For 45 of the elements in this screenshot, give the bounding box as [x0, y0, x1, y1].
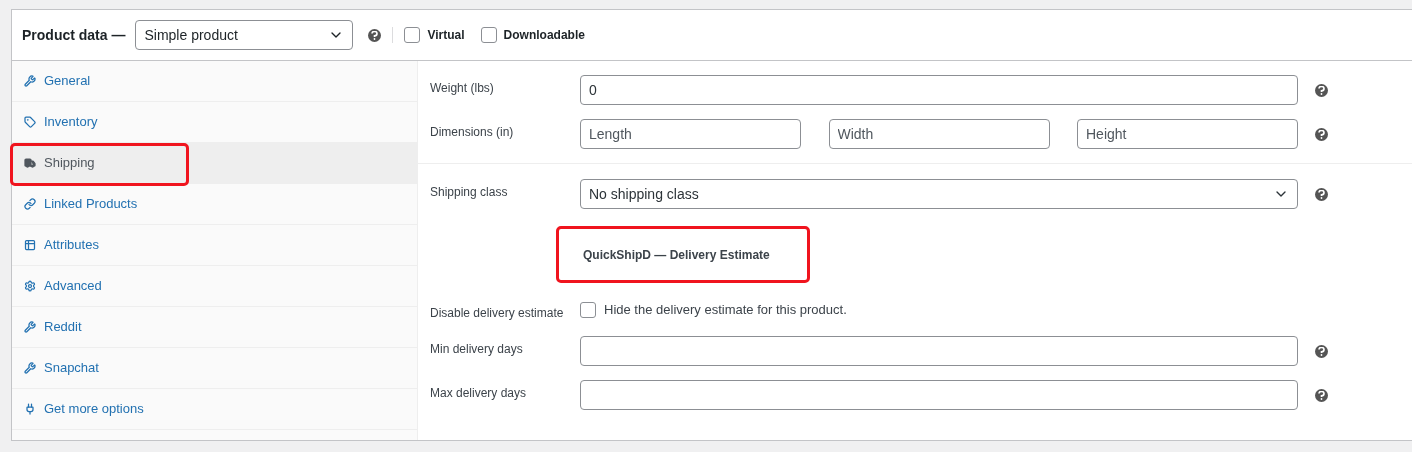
sidebar-tab[interactable]: Get more options — [12, 389, 417, 430]
sidebar-tab[interactable]: Shipping — [12, 143, 417, 184]
help-icon — [1315, 127, 1328, 141]
section-heading: QuickShipD — Delivery Estimate — [583, 246, 770, 264]
help-icon — [1315, 187, 1328, 201]
help-icon — [1315, 83, 1328, 97]
sidebar-tab[interactable]: Snapchat — [12, 348, 417, 389]
truck-icon — [24, 157, 36, 169]
dimension-field[interactable]: Height — [1077, 119, 1298, 149]
weight-field[interactable]: 0 — [580, 75, 1298, 105]
wrench-icon — [24, 321, 36, 333]
tag-icon — [24, 116, 36, 128]
sidebar-tab[interactable]: Attributes — [12, 225, 417, 266]
sidebar-tab[interactable]: Linked Products — [12, 184, 417, 225]
checkbox[interactable] — [404, 27, 421, 43]
sidebar-tab[interactable]: Reddit — [12, 307, 417, 348]
checkbox[interactable] — [580, 301, 596, 318]
field-label: Dimensions (in) — [430, 124, 515, 141]
panel-title: Product data — — [22, 25, 126, 45]
option-label: Virtual — [427, 27, 465, 44]
product-type-select[interactable]: Simple product — [135, 20, 354, 50]
field-label: Max delivery days — [430, 385, 528, 402]
help-icon — [1315, 344, 1328, 358]
checkbox-description: Hide the delivery estimate for this product. — [604, 301, 847, 319]
field-label: Min delivery days — [430, 341, 524, 358]
option-label: Downloadable — [503, 27, 585, 44]
wrench-icon — [24, 75, 36, 87]
help-icon — [1315, 388, 1328, 402]
checkbox[interactable] — [480, 27, 497, 43]
plug-icon — [24, 403, 36, 415]
help-icon — [368, 28, 382, 42]
field-label: Disable delivery estimate — [430, 305, 565, 322]
dimension-field[interactable]: Width — [828, 119, 1050, 149]
gear-icon — [24, 280, 36, 292]
wrench-icon — [24, 362, 36, 374]
field-label: Weight (lbs) — [430, 80, 495, 97]
days-field[interactable] — [580, 336, 1298, 366]
link-icon — [24, 198, 36, 210]
days-field[interactable] — [580, 380, 1298, 410]
field-label: Shipping class — [430, 184, 509, 201]
dimension-field[interactable]: Length — [580, 119, 801, 149]
shipping-class-select[interactable]: No shipping class — [580, 179, 1298, 209]
sidebar-tab[interactable]: Advanced — [12, 266, 417, 307]
sidebar-tab[interactable]: General — [12, 61, 417, 102]
list-icon — [24, 239, 36, 251]
